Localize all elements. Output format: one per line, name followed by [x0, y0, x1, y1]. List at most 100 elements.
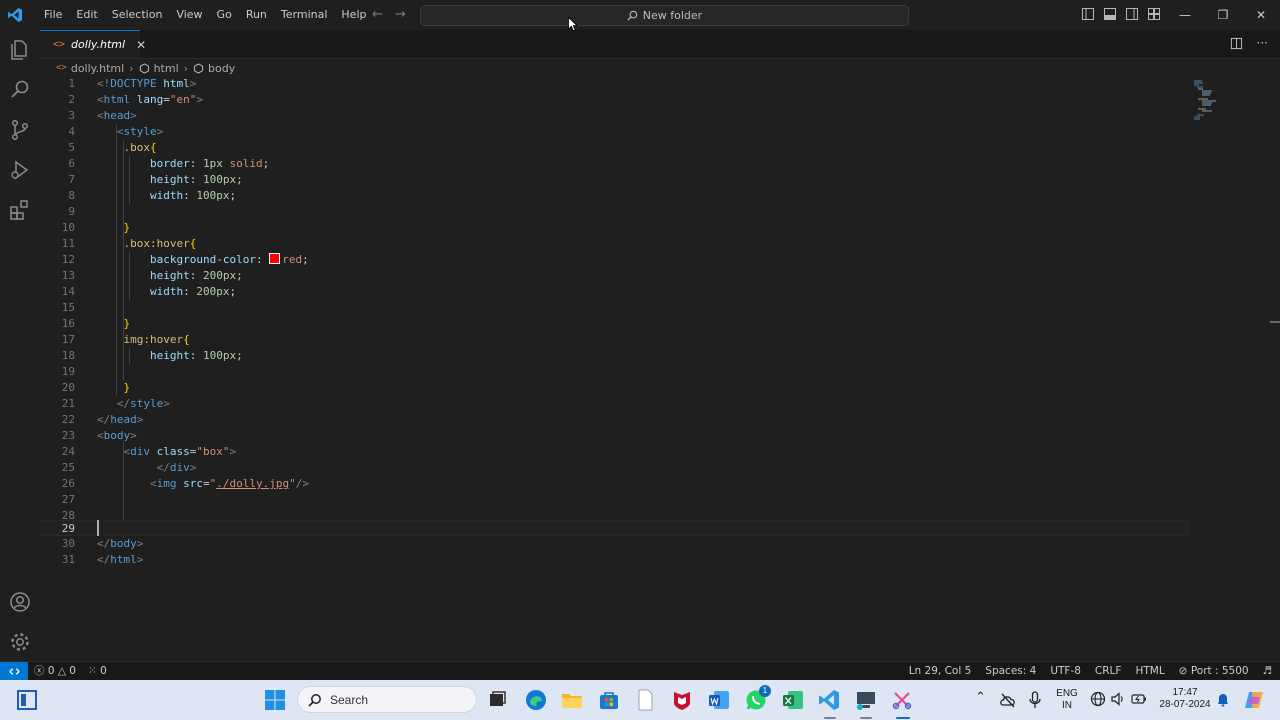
- menu-run[interactable]: Run: [239, 0, 274, 30]
- close-window-icon[interactable]: ✕: [1242, 0, 1280, 30]
- problems-indicator[interactable]: ⓧ 0 △ 0: [34, 662, 76, 681]
- battery-icon[interactable]: [1131, 692, 1147, 706]
- line-number: 16: [61, 317, 75, 330]
- snipping-tool-icon[interactable]: [891, 689, 913, 711]
- code-text: .box{: [123, 141, 157, 154]
- code-line: 26 <img src="./dolly.jpg"/>: [40, 476, 1190, 492]
- network-globe-icon[interactable]: [1090, 691, 1106, 707]
- menu-file[interactable]: File: [37, 0, 69, 30]
- more-actions-icon[interactable]: ···: [1257, 37, 1268, 50]
- chevron-right-icon: ›: [129, 61, 134, 75]
- minimap[interactable]: [1194, 80, 1218, 120]
- code-line: 23 <body>: [40, 428, 1190, 444]
- windows-taskbar: ⌃ ENG IN 17:47 28-07-2024: [0, 680, 1280, 720]
- task-view-icon[interactable]: [486, 689, 508, 711]
- code-line: 5 .box{: [40, 140, 1190, 156]
- region-code: IN: [1062, 700, 1072, 711]
- toggle-primary-sidebar-icon[interactable]: [1081, 7, 1095, 21]
- menu-selection[interactable]: Selection: [105, 0, 170, 30]
- code-line: 25 </div>: [40, 460, 1190, 476]
- line-number: 5: [68, 141, 75, 154]
- widgets-icon[interactable]: [16, 689, 38, 711]
- symbol-element-icon: [193, 62, 204, 74]
- microphone-icon[interactable]: [1028, 691, 1042, 709]
- show-hidden-icons-chevron-icon[interactable]: ⌃: [975, 690, 986, 705]
- command-center[interactable]: New folder: [420, 5, 909, 26]
- edge-browser-icon[interactable]: [525, 689, 547, 711]
- minimize-icon[interactable]: —: [1166, 0, 1204, 30]
- line-number: 7: [68, 173, 75, 186]
- microsoft-store-icon[interactable]: [598, 689, 620, 711]
- menu-edit[interactable]: Edit: [69, 0, 104, 30]
- code-editor[interactable]: 1 <!DOCTYPE html> 2 <html lang="en"> 3 <hea…: [40, 76, 1280, 661]
- live-server-port[interactable]: ⊘ Port : 5500: [1179, 662, 1249, 681]
- remote-icon: [8, 668, 20, 675]
- taskbar-search[interactable]: [297, 686, 477, 713]
- chevron-right-icon: ›: [183, 61, 189, 75]
- breadcrumb-file[interactable]: dolly.html: [71, 62, 124, 75]
- encoding[interactable]: UTF-8: [1050, 662, 1081, 681]
- line-number: 30: [61, 537, 75, 550]
- notifications-bell-icon[interactable]: ♬: [1263, 662, 1272, 681]
- code-line: 3 <head>: [40, 108, 1190, 124]
- remote-indicator[interactable]: [0, 662, 28, 681]
- run-and-debug-icon[interactable]: [8, 158, 32, 182]
- breadcrumb: <> dolly.html › html › body: [56, 60, 235, 76]
- notification-bell-icon[interactable]: [1216, 692, 1230, 708]
- vscode-logo-icon[interactable]: [7, 7, 23, 23]
- cursor-position[interactable]: Ln 29, Col 5: [909, 662, 972, 681]
- vscode-taskbar-icon[interactable]: [818, 689, 840, 711]
- customize-layout-icon[interactable]: [1147, 7, 1161, 21]
- tab-dolly-html[interactable]: <> dolly.html ✕: [40, 30, 146, 58]
- split-editor-icon[interactable]: [1230, 37, 1243, 50]
- menu-go[interactable]: Go: [210, 0, 239, 30]
- copilot-icon[interactable]: [1243, 689, 1265, 711]
- file-explorer-icon[interactable]: [561, 689, 583, 711]
- color-swatch-red[interactable]: [269, 253, 281, 264]
- clock[interactable]: 17:47 28-07-2024: [1152, 687, 1218, 711]
- line-number: 22: [61, 413, 75, 426]
- accounts-icon[interactable]: [8, 590, 32, 614]
- back-arrow-icon[interactable]: ←: [372, 7, 383, 22]
- clock-time: 17:47: [1172, 687, 1198, 698]
- scrollbar-marker[interactable]: [1270, 321, 1280, 323]
- line-number: 6: [68, 157, 75, 170]
- input-language[interactable]: ENG IN: [1055, 688, 1079, 712]
- restore-icon[interactable]: ❐: [1204, 0, 1242, 30]
- menu-view[interactable]: View: [169, 0, 209, 30]
- menu-help[interactable]: Help: [334, 0, 373, 30]
- extensions-icon[interactable]: [8, 198, 32, 222]
- toggle-secondary-sidebar-icon[interactable]: [1125, 7, 1139, 21]
- taskbar-search-input[interactable]: [328, 691, 452, 708]
- notepad-file-icon[interactable]: [634, 689, 656, 711]
- menu-terminal[interactable]: Terminal: [274, 0, 335, 30]
- search-view-icon[interactable]: [8, 78, 32, 102]
- manage-gear-icon[interactable]: [8, 630, 32, 654]
- code-line: 27: [40, 492, 1190, 508]
- line-number: 23: [61, 429, 75, 442]
- code-line: 17 img:hover{: [40, 332, 1190, 348]
- close-tab-icon[interactable]: ✕: [136, 38, 146, 52]
- code-line: 7 height: 100px;: [40, 172, 1190, 188]
- breadcrumb-html[interactable]: html: [154, 62, 179, 75]
- windows-start-icon[interactable]: [264, 689, 286, 711]
- onedrive-cloud-icon[interactable]: [999, 691, 1017, 709]
- end-of-line[interactable]: CRLF: [1095, 662, 1122, 681]
- indentation[interactable]: Spaces: 4: [985, 662, 1036, 681]
- breadcrumb-body[interactable]: body: [208, 62, 235, 75]
- excel-icon[interactable]: [782, 689, 804, 711]
- explorer-icon[interactable]: [8, 38, 32, 62]
- ports-indicator[interactable]: ⁙ 0: [88, 662, 107, 681]
- status-right: Ln 29, Col 5 Spaces: 4 UTF-8 CRLF HTML ⊘…: [909, 662, 1272, 681]
- toggle-panel-icon[interactable]: [1103, 7, 1117, 21]
- volume-icon[interactable]: [1110, 691, 1126, 707]
- forward-arrow-icon[interactable]: →: [395, 7, 406, 22]
- code-text: <style>: [116, 125, 164, 138]
- title-bar: File Edit Selection View Go Run Terminal…: [0, 0, 1280, 30]
- word-icon[interactable]: [708, 689, 730, 711]
- mcafee-icon[interactable]: [671, 689, 693, 711]
- language-mode[interactable]: HTML: [1135, 662, 1164, 681]
- remote-desktop-icon[interactable]: [855, 689, 877, 711]
- source-control-icon[interactable]: [8, 118, 32, 142]
- html-file-icon: <>: [53, 39, 66, 50]
